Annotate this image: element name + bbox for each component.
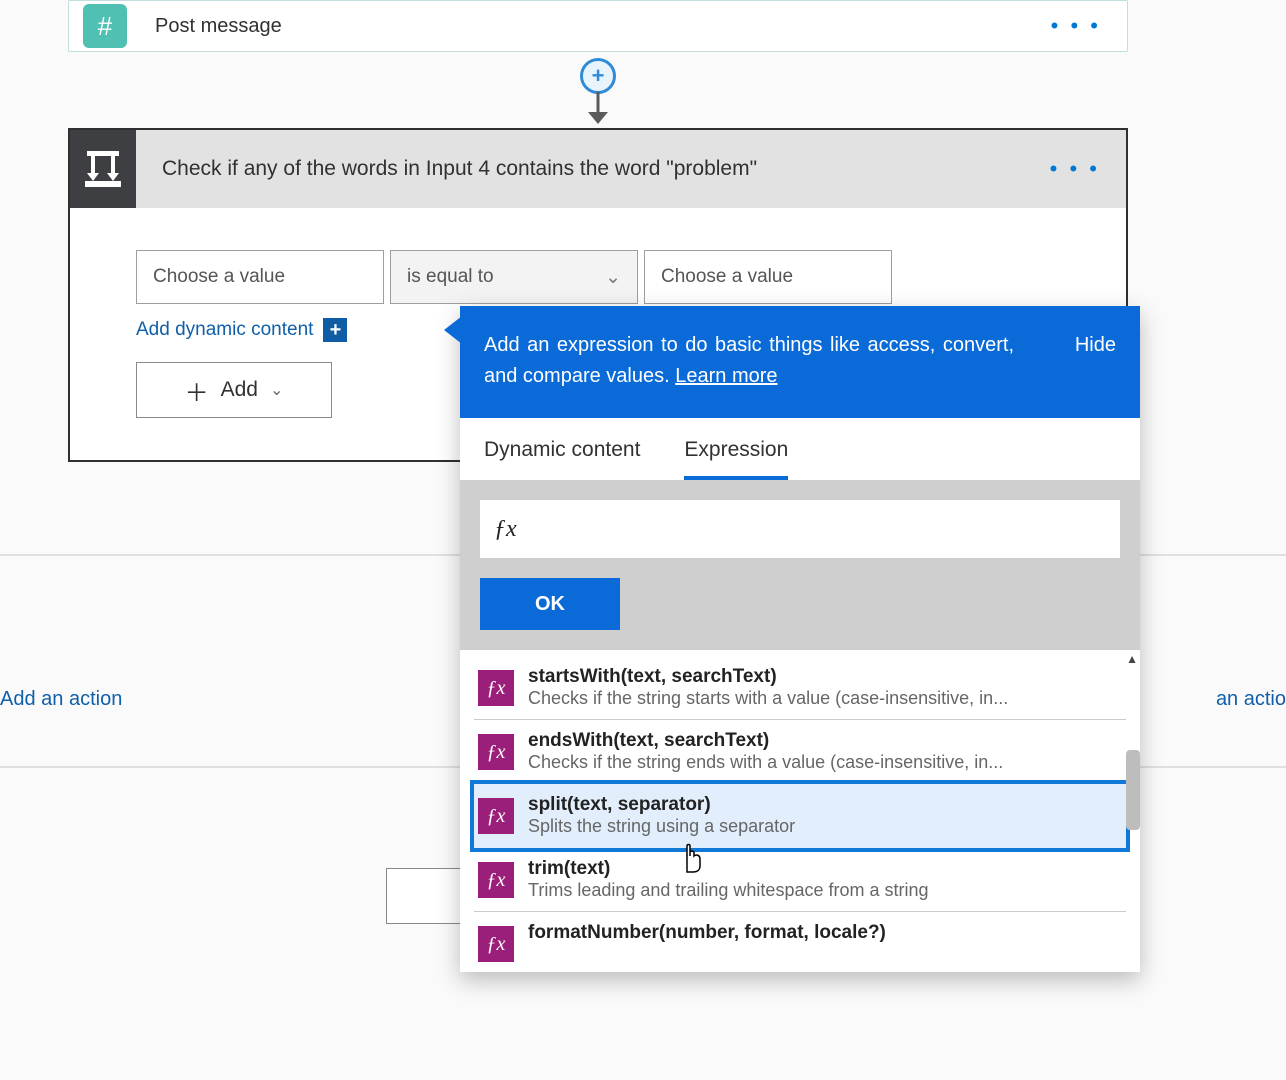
branch-icon xyxy=(83,149,123,189)
function-list: ƒxstartsWith(text, searchText)Checks if … xyxy=(460,650,1140,972)
add-action-left-link[interactable]: Add an action xyxy=(0,688,122,711)
function-name: startsWith(text, searchText) xyxy=(528,666,1122,688)
fx-badge-icon: ƒx xyxy=(478,862,514,898)
function-item[interactable]: ƒx split(text, separator)Splits the strin… xyxy=(474,784,1126,848)
function-name: formatNumber(number, format, locale?) xyxy=(528,922,1122,944)
flyout-header: Add an expression to do basic things lik… xyxy=(460,306,1140,418)
slack-icon-wrap: # xyxy=(75,0,135,56)
function-item[interactable]: ƒx formatNumber(number, format, locale?) xyxy=(474,912,1126,972)
chevron-down-icon: ⌄ xyxy=(270,380,283,400)
flyout-pointer xyxy=(444,316,462,344)
insert-step-button[interactable]: + xyxy=(580,58,616,94)
hide-flyout-button[interactable]: Hide xyxy=(1075,330,1116,392)
function-name: endsWith(text, searchText) xyxy=(528,730,1122,752)
function-texts: trim(text)Trims leading and trailing whi… xyxy=(528,858,1122,901)
condition-icon xyxy=(70,130,136,208)
flyout-tabs: Dynamic content Expression xyxy=(460,418,1140,480)
condition-header[interactable]: Check if any of the words in Input 4 con… xyxy=(70,130,1126,208)
tab-expression[interactable]: Expression xyxy=(684,438,788,480)
fx-badge-icon: ƒx xyxy=(478,798,514,834)
post-message-menu[interactable]: • • • xyxy=(1051,13,1101,39)
add-dynamic-content-link[interactable]: Add dynamic content xyxy=(136,319,313,341)
fx-badge-icon: ƒx xyxy=(478,670,514,706)
expression-input-area: ƒx OK xyxy=(460,480,1140,650)
condition-row: Choose a value is equal to ⌄ Choose a va… xyxy=(136,250,1126,304)
flyout-header-text: Add an expression to do basic things lik… xyxy=(484,330,1014,392)
function-name: split(text, separator) xyxy=(528,794,1122,816)
add-dynamic-plus-icon[interactable]: + xyxy=(323,318,347,342)
function-list-wrap: ▲ ƒxstartsWith(text, searchText)Checks i… xyxy=(460,650,1140,972)
plus-icon: ＋ xyxy=(185,373,209,408)
operator-label: is equal to xyxy=(407,266,494,288)
function-texts: startsWith(text, searchText)Checks if th… xyxy=(528,666,1122,709)
function-texts: split(text, separator)Splits the string … xyxy=(528,794,1122,837)
function-item[interactable]: ƒx endsWith(text, searchText)Checks if th… xyxy=(474,720,1126,784)
arrow-down-icon xyxy=(583,92,613,124)
learn-more-link[interactable]: Learn more xyxy=(675,365,777,387)
flow-connector: + xyxy=(568,54,628,124)
condition-menu[interactable]: • • • xyxy=(1050,156,1100,182)
operator-dropdown[interactable]: is equal to ⌄ xyxy=(390,250,638,304)
add-button-label: Add xyxy=(221,378,258,402)
add-action-left-label: Add an action xyxy=(0,688,122,711)
scroll-up-icon[interactable]: ▲ xyxy=(1126,652,1138,666)
post-message-card[interactable]: # Post message • • • xyxy=(68,0,1128,52)
value-left-input[interactable]: Choose a value xyxy=(136,250,384,304)
function-texts: endsWith(text, searchText)Checks if the … xyxy=(528,730,1122,773)
function-description: Splits the string using a separator xyxy=(528,816,1122,837)
function-name: trim(text) xyxy=(528,858,1122,880)
function-item[interactable]: ƒx startsWith(text, searchText)Checks if … xyxy=(474,656,1126,720)
ok-button[interactable]: OK xyxy=(480,578,620,630)
hash-icon: # xyxy=(83,4,127,48)
condition-title: Check if any of the words in Input 4 con… xyxy=(162,157,757,181)
add-action-right-link[interactable]: an actio xyxy=(1216,688,1286,711)
add-condition-button[interactable]: ＋ Add ⌄ xyxy=(136,362,332,418)
fx-badge-icon: ƒx xyxy=(478,926,514,962)
function-description: Trims leading and trailing whitespace fr… xyxy=(528,880,1122,901)
expression-input[interactable]: ƒx xyxy=(480,500,1120,558)
chevron-down-icon: ⌄ xyxy=(605,266,621,289)
scrollbar-thumb[interactable] xyxy=(1126,750,1140,830)
value-right-input[interactable]: Choose a value xyxy=(644,250,892,304)
function-description: Checks if the string ends with a value (… xyxy=(528,752,1122,773)
tab-dynamic-content[interactable]: Dynamic content xyxy=(484,438,640,480)
function-item[interactable]: ƒx trim(text)Trims leading and trailing w… xyxy=(474,848,1126,912)
function-description: Checks if the string starts with a value… xyxy=(528,688,1122,709)
fx-badge-icon: ƒx xyxy=(478,734,514,770)
function-texts: formatNumber(number, format, locale?) xyxy=(528,922,1122,962)
expression-flyout: Add an expression to do basic things lik… xyxy=(460,306,1140,972)
post-message-title: Post message xyxy=(155,15,282,38)
